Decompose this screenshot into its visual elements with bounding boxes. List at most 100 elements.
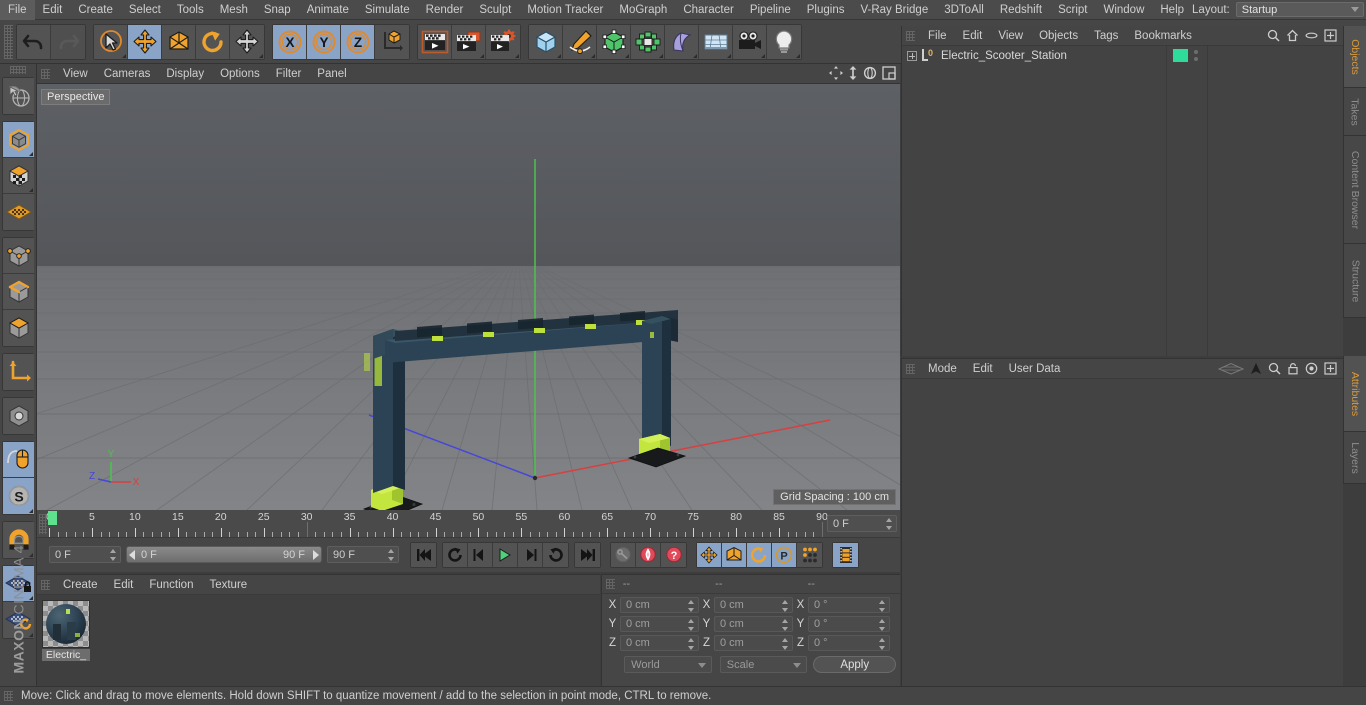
preview-range-bar[interactable]: 0 F 90 F: [126, 546, 322, 563]
selection-filter-button[interactable]: [3, 78, 34, 114]
point-mode-button[interactable]: [3, 238, 34, 274]
menu-item-v-ray-bridge[interactable]: V-Ray Bridge: [852, 0, 936, 20]
status-grip[interactable]: [4, 691, 13, 701]
render-settings-button[interactable]: [486, 24, 520, 59]
menu-item-motion-tracker[interactable]: Motion Tracker: [519, 0, 611, 20]
move-tool-button[interactable]: [128, 24, 162, 59]
coordinates-grip[interactable]: [606, 579, 615, 589]
menu-item-filter[interactable]: Filter: [268, 64, 310, 84]
maximize-icon[interactable]: [1324, 29, 1337, 42]
timeline-filmstrip-button[interactable]: [833, 542, 858, 567]
menu-item-3dtoall[interactable]: 3DToAll: [936, 0, 992, 20]
spinner-icon[interactable]: [879, 619, 886, 631]
polygon-mode-button[interactable]: [3, 310, 34, 346]
layer-color-swatch[interactable]: [1173, 49, 1188, 62]
home-icon[interactable]: [1286, 29, 1299, 42]
menu-item-edit[interactable]: Edit: [35, 0, 71, 20]
vertical-tab-attributes[interactable]: Attributes: [1343, 356, 1366, 432]
undo-button[interactable]: [17, 24, 51, 59]
vertical-tab-content-browser[interactable]: Content Browser: [1343, 136, 1366, 244]
vertical-tab-layers[interactable]: Layers: [1343, 432, 1366, 484]
current-frame-input[interactable]: 0 F: [49, 546, 121, 563]
menu-item-view[interactable]: View: [990, 26, 1031, 46]
target-icon[interactable]: [1305, 362, 1318, 375]
material-list[interactable]: Electric_: [37, 595, 600, 687]
material-item[interactable]: Electric_: [42, 600, 90, 661]
spinner-icon[interactable]: [886, 518, 893, 530]
menu-item-cameras[interactable]: Cameras: [96, 64, 159, 84]
lock-icon[interactable]: [1287, 362, 1299, 375]
timeline-playhead[interactable]: [48, 511, 57, 525]
menu-item-create[interactable]: Create: [55, 575, 106, 595]
position-z-input[interactable]: 0 cm: [620, 635, 699, 651]
world-object-axis-button[interactable]: [375, 24, 409, 59]
arrow-cursor-icon[interactable]: [1250, 362, 1262, 375]
spinner-icon[interactable]: [879, 638, 886, 650]
workplane-button[interactable]: [3, 194, 34, 230]
record-key-button[interactable]: [611, 542, 636, 567]
spinner-icon[interactable]: [110, 549, 117, 561]
viewport-solo-button[interactable]: [3, 398, 34, 434]
render-picture-viewer-button[interactable]: [452, 24, 486, 59]
rotate-view-icon[interactable]: [863, 66, 877, 80]
menu-item-window[interactable]: Window: [1095, 0, 1152, 20]
scale-key-button[interactable]: [722, 542, 747, 567]
edge-mode-button[interactable]: [3, 274, 34, 310]
vertical-tab-structure[interactable]: Structure: [1343, 244, 1366, 318]
menu-item-user-data[interactable]: User Data: [1001, 359, 1069, 379]
dolly-view-icon[interactable]: [848, 66, 858, 80]
size-x-input[interactable]: 0 cm: [714, 597, 793, 613]
go-to-end-button[interactable]: [575, 542, 600, 567]
pan-view-icon[interactable]: [829, 66, 843, 80]
viewport-3d[interactable]: Perspective Grid Spacing: 100 cm: [37, 84, 900, 510]
layout-select[interactable]: Startup: [1235, 2, 1364, 17]
menu-item-script[interactable]: Script: [1050, 0, 1095, 20]
menu-item-mode[interactable]: Mode: [920, 359, 965, 379]
step-back-button[interactable]: [468, 542, 493, 567]
menu-item-texture[interactable]: Texture: [201, 575, 255, 595]
viewport-grip[interactable]: [41, 68, 50, 79]
left-toolbar-grip[interactable]: [10, 66, 26, 74]
step-forward-button[interactable]: [518, 542, 543, 567]
array-button[interactable]: [631, 24, 665, 59]
menu-item-create[interactable]: Create: [70, 0, 121, 20]
menu-item-redshift[interactable]: Redshift: [992, 0, 1050, 20]
timeline-frame-field[interactable]: 0 F: [827, 515, 897, 532]
menu-item-plugins[interactable]: Plugins: [799, 0, 853, 20]
size-z-input[interactable]: 0 cm: [714, 635, 793, 651]
menu-item-mesh[interactable]: Mesh: [212, 0, 256, 20]
object-row[interactable]: 0 Electric_Scooter_Station: [902, 46, 1343, 65]
live-selection-button[interactable]: [94, 24, 128, 59]
filter-icon[interactable]: [1305, 29, 1318, 42]
play-button[interactable]: [493, 542, 518, 567]
object-manager-grip[interactable]: [906, 30, 915, 41]
size-y-input[interactable]: 0 cm: [714, 616, 793, 632]
spinner-icon[interactable]: [688, 600, 695, 612]
menu-item-sculpt[interactable]: Sculpt: [471, 0, 519, 20]
rotate-tool-button[interactable]: [196, 24, 230, 59]
expand-toggle-icon[interactable]: [907, 50, 917, 61]
menu-item-tools[interactable]: Tools: [169, 0, 212, 20]
search-icon[interactable]: [1268, 362, 1281, 375]
toolbar-grip[interactable]: [4, 24, 13, 59]
spinner-icon[interactable]: [782, 600, 789, 612]
menu-item-bookmarks[interactable]: Bookmarks: [1126, 26, 1200, 46]
position-x-input[interactable]: 0 cm: [620, 597, 699, 613]
menu-item-edit[interactable]: Edit: [965, 359, 1001, 379]
tweak-mode-button[interactable]: [3, 442, 34, 478]
menu-item-edit[interactable]: Edit: [955, 26, 991, 46]
z-axis-lock-button[interactable]: Z: [341, 24, 375, 59]
position-y-input[interactable]: 0 cm: [620, 616, 699, 632]
range-left-arrow-icon[interactable]: [129, 549, 135, 560]
maximize-icon[interactable]: [1324, 362, 1337, 375]
keyframe-selection-button[interactable]: ?: [661, 542, 686, 567]
menu-item-file[interactable]: File: [0, 0, 35, 20]
go-to-start-button[interactable]: [411, 542, 436, 567]
material-grip[interactable]: [41, 579, 50, 590]
menu-item-tags[interactable]: Tags: [1086, 26, 1126, 46]
spinner-icon[interactable]: [688, 638, 695, 650]
menu-item-render[interactable]: Render: [418, 0, 472, 20]
scale-tool-button[interactable]: [162, 24, 196, 59]
rotation-z-input[interactable]: 0 °: [808, 635, 890, 651]
menu-item-objects[interactable]: Objects: [1031, 26, 1086, 46]
